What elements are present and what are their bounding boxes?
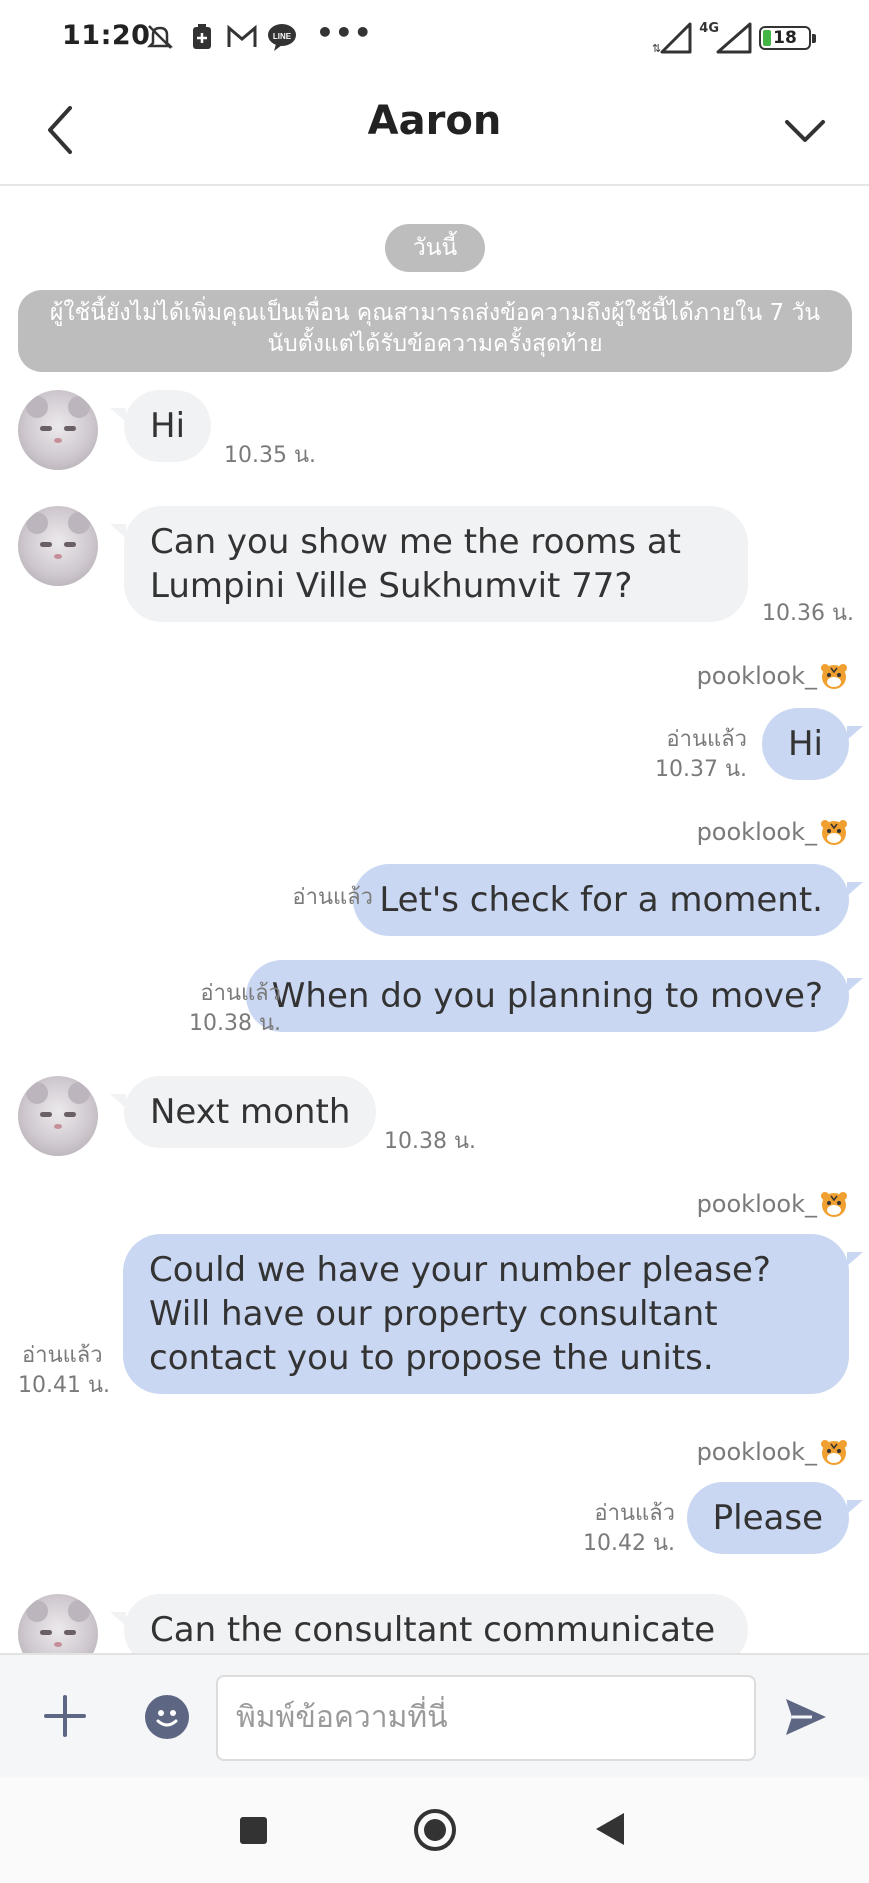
tiger-emoji-icon xyxy=(819,662,849,690)
message-time: 10.35 น. xyxy=(224,443,317,468)
line-app-icon: LINE xyxy=(268,24,296,51)
sender-label: pooklook_ xyxy=(696,662,817,690)
chat-title: Aaron xyxy=(367,98,502,144)
signal-icon-2 xyxy=(716,22,752,54)
message-time: 10.41 น. xyxy=(18,1373,111,1398)
tiger-emoji-icon xyxy=(819,1438,849,1466)
read-receipt: อ่านแล้ว xyxy=(666,727,747,752)
status-bar: 11:20 LINE ••• 4G ⇅ 18 xyxy=(0,0,869,76)
date-separator: วันนี้ xyxy=(385,224,485,272)
recent-apps-icon[interactable] xyxy=(240,1817,267,1844)
svg-text:LINE: LINE xyxy=(273,32,292,41)
system-nav-bar xyxy=(0,1777,869,1883)
message-bubble-incoming[interactable]: Hi xyxy=(109,390,212,462)
read-receipt: อ่านแล้ว xyxy=(22,1343,103,1368)
message-bubble-outgoing[interactable]: When do you planning to move? xyxy=(245,960,864,1032)
chat-screen: 11:20 LINE ••• 4G ⇅ 18 Aaron วันนี้ ผู้ใ… xyxy=(0,0,869,1883)
sender-name: pooklook_ xyxy=(697,660,849,692)
more-notifications-icon: ••• xyxy=(316,16,373,49)
read-receipt: อ่านแล้ว xyxy=(292,885,373,910)
message-bubble-incoming[interactable]: Can the consultant communicate xyxy=(110,1594,748,1653)
sender-label: pooklook_ xyxy=(696,818,817,846)
system-notice: ผู้ใช้นี้ยังไม่ได้เพิ่มคุณเป็นเพื่อน คุณ… xyxy=(18,290,852,372)
message-bubble-incoming[interactable]: Can you show me the rooms at Lumpini Vil… xyxy=(110,506,748,622)
sender-label: pooklook_ xyxy=(696,1190,817,1218)
message-bubble-outgoing[interactable]: Please xyxy=(686,1482,864,1554)
sender-name: pooklook_ xyxy=(697,1188,849,1220)
message-bubble-outgoing[interactable]: Could we have your number please? Will h… xyxy=(123,1234,863,1394)
message-time: 10.36 น. xyxy=(762,601,855,626)
avatar[interactable] xyxy=(18,1076,98,1156)
sender-name: pooklook_ xyxy=(697,816,849,848)
sender-name: pooklook_ xyxy=(697,1436,849,1468)
message-bubble-outgoing[interactable]: Hi xyxy=(761,708,864,780)
home-icon[interactable] xyxy=(414,1809,456,1851)
avatar[interactable] xyxy=(18,390,98,470)
battery-saver-icon xyxy=(193,24,211,49)
message-time: 10.42 น. xyxy=(582,1531,675,1556)
message-input-bar: พิมพ์ข้อความที่นี่ xyxy=(0,1653,869,1777)
status-time: 11:20 xyxy=(62,20,151,51)
battery-icon: 18 xyxy=(759,26,816,50)
svg-text:⇅: ⇅ xyxy=(652,42,661,54)
chat-header: Aaron xyxy=(0,76,869,186)
read-receipt: อ่านแล้ว xyxy=(594,1501,675,1526)
mute-bell-icon xyxy=(146,25,174,49)
message-time: 10.38 น. xyxy=(384,1129,477,1154)
avatar[interactable] xyxy=(18,506,98,586)
gmail-icon xyxy=(227,24,257,47)
nav-back-icon[interactable] xyxy=(596,1813,624,1845)
sender-label: pooklook_ xyxy=(696,1438,817,1466)
tiger-emoji-icon xyxy=(819,1190,849,1218)
signal-icon: ⇅ xyxy=(652,22,692,54)
message-time: 10.38 น. xyxy=(188,1011,281,1036)
message-input[interactable]: พิมพ์ข้อความที่นี่ xyxy=(216,1675,756,1761)
message-list[interactable]: วันนี้ ผู้ใช้นี้ยังไม่ได้เพิ่มคุณเป็นเพื… xyxy=(0,188,869,1653)
message-time: 10.37 น. xyxy=(654,757,747,782)
read-receipt: อ่านแล้ว xyxy=(200,981,281,1006)
message-bubble-outgoing[interactable]: Let's check for a moment. xyxy=(353,864,863,936)
battery-percent: 18 xyxy=(773,28,797,48)
emoji-icon[interactable] xyxy=(145,1695,189,1739)
chevron-down-icon[interactable] xyxy=(781,106,829,154)
avatar[interactable] xyxy=(18,1594,98,1653)
tiger-emoji-icon xyxy=(819,818,849,846)
send-icon[interactable] xyxy=(782,1693,830,1741)
plus-icon[interactable] xyxy=(40,1691,90,1741)
message-bubble-incoming[interactable]: Next month xyxy=(109,1076,377,1148)
